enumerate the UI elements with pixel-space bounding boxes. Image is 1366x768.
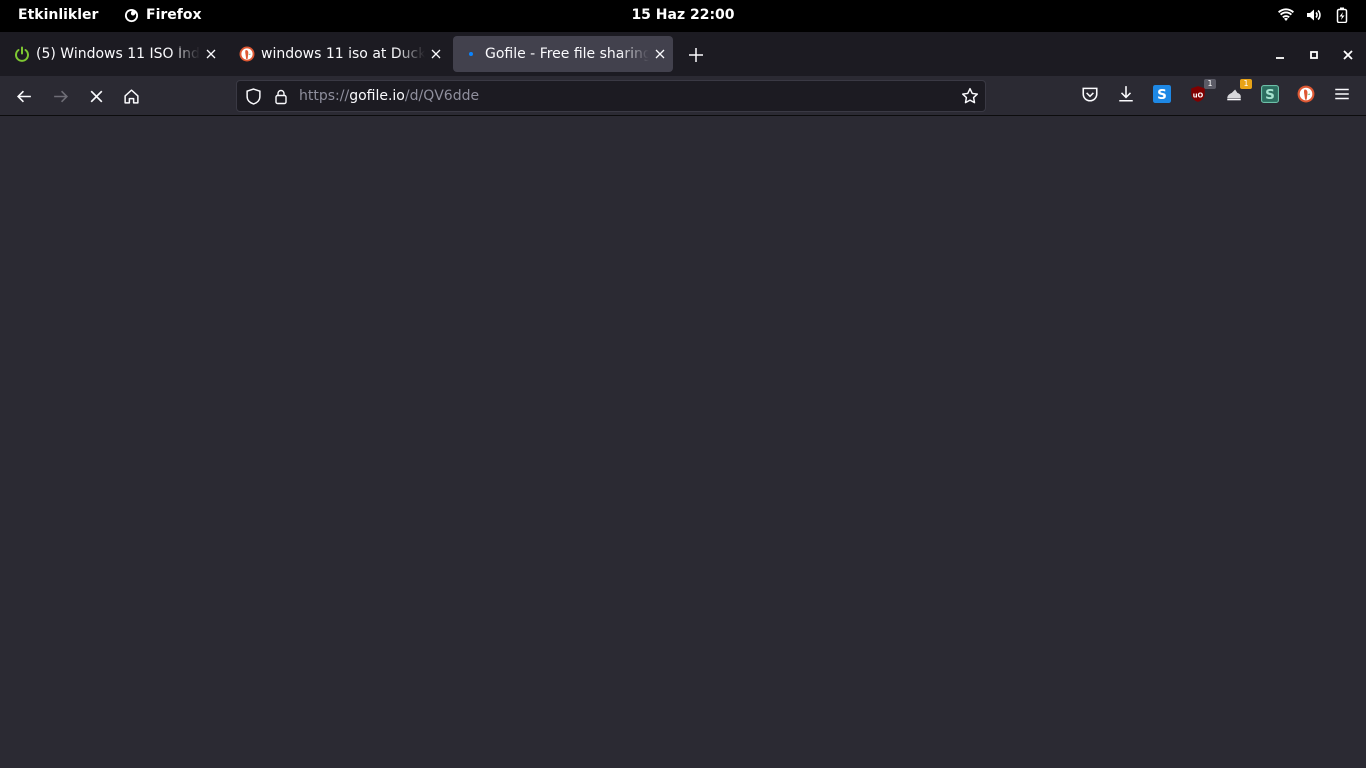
app-menu[interactable]: Firefox (124, 7, 202, 23)
tab-title: Gofile - Free file sharing and storage (485, 46, 649, 62)
stop-x-icon (90, 90, 102, 102)
hamburger-menu-icon[interactable] (1333, 85, 1351, 103)
window-close-button[interactable] (1337, 44, 1359, 66)
system-tray[interactable] (1278, 7, 1350, 23)
svg-text:S: S (1157, 87, 1167, 103)
window-minimize-button[interactable] (1269, 44, 1291, 66)
ublock-badge: 1 (1204, 79, 1216, 89)
minimize-icon (1276, 57, 1284, 59)
close-icon (1343, 50, 1353, 60)
arrow-left-icon (16, 90, 31, 102)
tab-duckduckgo-search[interactable]: windows 11 iso at DuckDuckGo (229, 36, 449, 72)
tab-close-button[interactable] (649, 43, 671, 65)
close-icon (206, 49, 216, 59)
system-top-bar: Etkinlikler Firefox 15 Haz 22:00 (0, 0, 1366, 32)
lock-icon[interactable] (273, 88, 289, 105)
window-maximize-button[interactable] (1303, 44, 1325, 66)
cloud-shoe-badge: 1 (1240, 79, 1252, 89)
new-tab-button[interactable] (684, 43, 708, 67)
power-green-icon (15, 46, 29, 62)
close-icon (655, 49, 665, 59)
downloads-icon[interactable] (1117, 85, 1135, 103)
home-icon (123, 88, 139, 104)
tab-close-button[interactable] (425, 43, 447, 65)
firefox-icon (124, 8, 139, 22)
url-scheme: https:// (299, 88, 350, 104)
app-name: Firefox (146, 7, 202, 23)
skype-s-icon[interactable]: S (1153, 85, 1171, 103)
tab-windows-11-iso[interactable]: (5) Windows 11 ISO İndirme (4, 36, 224, 72)
address-bar[interactable]: https://gofile.io/d/QV6dde (236, 80, 986, 112)
stop-loading-button[interactable] (84, 84, 108, 108)
battery-charging-icon (1336, 7, 1348, 23)
volume-icon (1307, 9, 1321, 21)
page-content-area[interactable] (0, 117, 1366, 768)
pocket-icon[interactable] (1081, 85, 1099, 103)
svg-text:S: S (1265, 87, 1275, 103)
duckduckgo-icon[interactable] (1297, 85, 1315, 103)
activities-button[interactable]: Etkinlikler (18, 7, 98, 23)
clock[interactable]: 15 Haz 22:00 (631, 7, 734, 23)
loading-dot-icon (469, 52, 473, 56)
url-host: gofile.io (349, 88, 405, 104)
maximize-icon (1310, 51, 1318, 59)
url-path: /d/QV6dde (404, 88, 480, 104)
tab-close-button[interactable] (200, 43, 222, 65)
cloud-shoe-button[interactable]: 1 (1225, 79, 1252, 103)
arrow-right-icon (53, 90, 68, 102)
home-button[interactable] (119, 84, 143, 108)
url-text[interactable]: https://gofile.io/d/QV6dde (299, 88, 479, 104)
bookmark-star-icon[interactable] (961, 87, 979, 105)
navigation-toolbar: https://gofile.io/d/QV6dde S uO 1 1 S (0, 76, 1366, 116)
tab-title: (5) Windows 11 ISO İndirme (36, 46, 200, 62)
back-button[interactable] (12, 84, 36, 108)
plus-icon (689, 48, 703, 62)
tab-title: windows 11 iso at DuckDuckGo (261, 46, 425, 62)
tracking-protection-shield-icon[interactable] (245, 88, 262, 105)
close-icon (431, 49, 441, 59)
ublock-origin-button[interactable]: uO 1 (1189, 79, 1216, 103)
forward-button[interactable] (48, 84, 72, 108)
svg-text:uO: uO (1193, 91, 1204, 99)
stylus-s-icon[interactable]: S (1261, 85, 1279, 103)
wifi-icon (1278, 8, 1294, 21)
duckduckgo-icon (239, 46, 255, 62)
tab-gofile[interactable]: Gofile - Free file sharing and storage (453, 36, 673, 72)
